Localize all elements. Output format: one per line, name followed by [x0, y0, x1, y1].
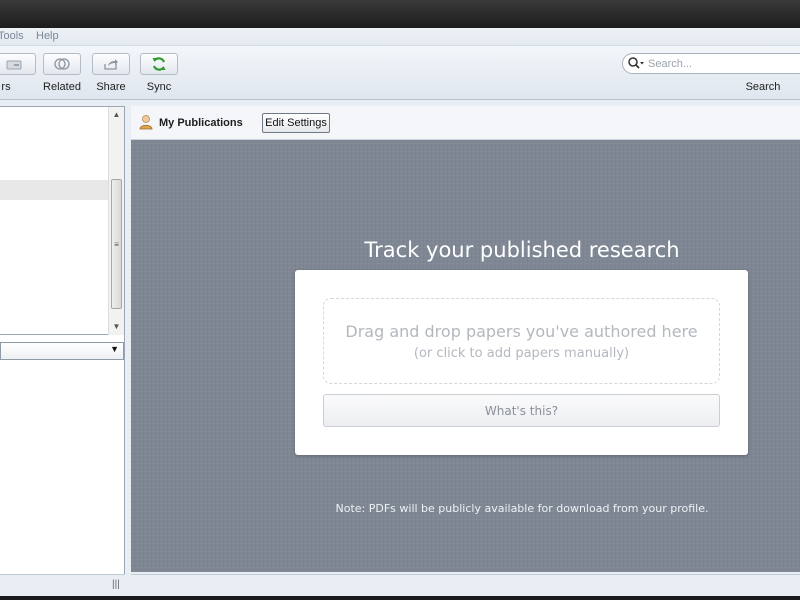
pdf-note: Note: PDFs will be publicly available fo…	[335, 502, 709, 515]
page-title: My Publications	[159, 117, 243, 129]
share-button[interactable]	[92, 53, 130, 75]
share-icon	[104, 59, 118, 70]
folders-label: rs	[1, 81, 11, 93]
main-header: My Publications Edit Settings	[131, 106, 800, 140]
collections-tree: ▲ ≡ ▼	[0, 106, 125, 335]
chevron-down-icon: ▼	[110, 344, 119, 354]
scroll-down-icon[interactable]: ▼	[109, 319, 124, 335]
resize-grip-icon[interactable]: |||	[112, 579, 120, 590]
menu-tools[interactable]: Tools	[0, 30, 24, 42]
related-icon	[54, 58, 70, 70]
sync-icon	[152, 57, 166, 71]
menu-help[interactable]: Help	[36, 30, 59, 42]
search-label: Search	[745, 81, 781, 93]
window-titlebar	[0, 0, 800, 28]
window-bottom-frame	[0, 596, 800, 600]
search-icon[interactable]	[627, 56, 645, 72]
menu-bar: Tools Help	[0, 28, 800, 46]
search-input[interactable]	[648, 56, 800, 71]
headline: Track your published research	[364, 238, 680, 262]
share-label: Share	[96, 81, 126, 93]
search-box	[622, 53, 800, 74]
tree-selected-row[interactable]	[0, 180, 108, 200]
whats-this-button[interactable]: What's this?	[323, 394, 720, 427]
drop-zone[interactable]: Drag and drop papers you've authored her…	[323, 298, 720, 384]
folders-button[interactable]	[0, 53, 36, 75]
folder-icon	[6, 60, 22, 70]
left-pane: ▲ ≡ ▼ ▼	[0, 106, 125, 590]
user-icon	[139, 114, 153, 130]
scroll-up-icon[interactable]: ▲	[109, 107, 124, 123]
app-window: Tools Help rs Related Share Sync Search.…	[0, 28, 800, 596]
related-label: Related	[43, 81, 81, 93]
main-status-bar	[131, 574, 800, 596]
edit-settings-button[interactable]: Edit Settings	[262, 113, 330, 133]
scroll-thumb[interactable]: ≡	[111, 179, 122, 309]
add-papers-card: Drag and drop papers you've authored her…	[295, 270, 748, 455]
sync-label: Sync	[146, 81, 172, 93]
left-status-bar: |||	[0, 574, 125, 596]
filter-dropdown[interactable]: ▼	[0, 342, 124, 360]
tree-scrollbar[interactable]: ▲ ≡ ▼	[108, 107, 124, 335]
drop-zone-text: Drag and drop papers you've authored her…	[345, 322, 698, 341]
publications-area: Track your published research Drag and d…	[131, 140, 800, 572]
sync-button[interactable]	[140, 53, 178, 75]
related-button[interactable]	[43, 53, 81, 75]
drop-zone-subtext: (or click to add papers manually)	[413, 346, 630, 361]
toolbar: rs Related Share Sync Search... Search	[0, 46, 800, 100]
